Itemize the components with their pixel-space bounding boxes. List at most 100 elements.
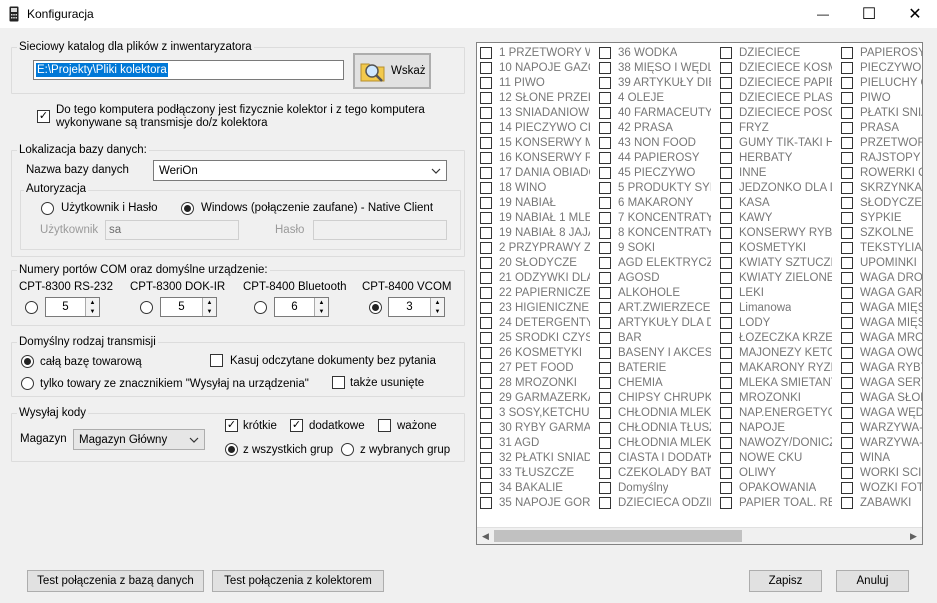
group-list-item[interactable]: DZIECIECE PAPIERN — [720, 75, 832, 90]
group-checkbox[interactable] — [480, 121, 492, 134]
group-list-item[interactable]: 5 PRODUKTY SYPK — [599, 180, 711, 195]
group-checkbox[interactable] — [841, 166, 853, 179]
group-list-item[interactable]: CHEMIA — [599, 375, 711, 390]
group-checkbox[interactable] — [480, 451, 492, 464]
group-checkbox[interactable] — [720, 241, 732, 254]
group-list-item[interactable]: NOWE CKU — [720, 450, 832, 465]
group-checkbox[interactable] — [720, 301, 732, 314]
group-list-item[interactable]: BAR — [599, 330, 711, 345]
port-rs232-radio[interactable] — [25, 301, 38, 314]
group-checkbox[interactable] — [599, 61, 611, 74]
group-checkbox[interactable] — [841, 466, 853, 479]
short-codes-checkbox[interactable]: ✓ — [225, 419, 238, 432]
group-list-item[interactable]: 39 ARTYKUŁY DIET — [599, 75, 711, 90]
group-list-item[interactable]: 19 NABIAŁ 8 JAJA — [480, 225, 590, 240]
group-checkbox[interactable] — [480, 316, 492, 329]
group-checkbox[interactable] — [841, 256, 853, 269]
group-list-item[interactable]: GUMY TIK-TAKI HAL — [720, 135, 832, 150]
group-checkbox[interactable] — [720, 406, 732, 419]
group-list-item[interactable]: ART.ZWIERZECE — [599, 300, 711, 315]
spin-down-icon[interactable]: ▼ — [315, 307, 328, 316]
group-list-item[interactable]: PRZETWOR — [841, 135, 922, 150]
group-list-item[interactable]: 24 DETERGENTY — [480, 315, 590, 330]
test-db-button[interactable]: Test połączenia z bazą danych — [27, 570, 204, 592]
group-checkbox[interactable] — [720, 451, 732, 464]
scrollbar-thumb[interactable] — [494, 530, 742, 542]
port-rs232-spinner[interactable]: 5 ▲ ▼ — [45, 297, 100, 317]
group-list-item[interactable]: 1 PRZETWORY WA — [480, 45, 590, 60]
group-list-item[interactable]: 22 PAPIERNICZE — [480, 285, 590, 300]
port-dokir-radio[interactable] — [140, 301, 153, 314]
only-marked-radio[interactable] — [21, 377, 34, 390]
group-checkbox[interactable] — [841, 226, 853, 239]
group-checkbox[interactable] — [720, 256, 732, 269]
group-checkbox[interactable] — [720, 136, 732, 149]
group-list-item[interactable]: CIASTA I DODATKI — [599, 450, 711, 465]
group-list-item[interactable]: 42 PRASA — [599, 120, 711, 135]
group-checkbox[interactable] — [480, 46, 492, 59]
group-list-item[interactable]: KONSERWY RYBY, — [720, 225, 832, 240]
warehouse-select[interactable]: Magazyn Główny — [73, 429, 205, 450]
group-checkbox[interactable] — [599, 166, 611, 179]
group-list-item[interactable]: MAJONEZY KETCHU — [720, 345, 832, 360]
group-list-item[interactable]: PAPIEROSY — [841, 45, 922, 60]
spin-up-icon[interactable]: ▲ — [203, 298, 216, 307]
group-list-item[interactable]: WORKI ŚCIE — [841, 465, 922, 480]
group-list-item[interactable]: CHŁODNIA MLEKA S — [599, 435, 711, 450]
group-list-item[interactable]: ZABAWKI — [841, 495, 922, 510]
group-list-item[interactable]: CZEKOLADY BATON — [599, 465, 711, 480]
group-list-item[interactable]: 25 ŚRODKI CZYSTO — [480, 330, 590, 345]
group-list-item[interactable]: 17 DANIA OBIADOW — [480, 165, 590, 180]
group-checkbox[interactable] — [599, 361, 611, 374]
group-checkbox[interactable] — [480, 436, 492, 449]
group-checkbox[interactable] — [841, 136, 853, 149]
group-list-item[interactable]: NAWOZY/DONICZK — [720, 435, 832, 450]
group-list-item[interactable]: 13 ŚNIADANIOWE — [480, 105, 590, 120]
group-list-item[interactable]: WAGA OWO — [841, 345, 922, 360]
cancel-button[interactable]: Anuluj — [836, 570, 909, 592]
all-groups-radio[interactable] — [225, 443, 238, 456]
group-list-item[interactable]: PIECZYWO — [841, 60, 922, 75]
group-list-item[interactable]: RAJSTOPY — [841, 150, 922, 165]
group-checkbox[interactable] — [599, 121, 611, 134]
group-list-item[interactable]: 30 RYBY GARMAŻE — [480, 420, 590, 435]
group-list-item[interactable]: 28 MROZONKI — [480, 375, 590, 390]
group-list-item[interactable]: 14 PIECZYWO CHRU — [480, 120, 590, 135]
group-list-item[interactable]: 32 PŁATKI ŚNIADAN — [480, 450, 590, 465]
group-checkbox[interactable] — [720, 196, 732, 209]
group-list-item[interactable]: DZIECIECE KOSMET — [720, 60, 832, 75]
group-checkbox[interactable] — [480, 286, 492, 299]
group-checkbox[interactable] — [599, 421, 611, 434]
group-checkbox[interactable] — [480, 481, 492, 494]
delete-docs-checkbox[interactable] — [210, 354, 223, 367]
group-checkbox[interactable] — [599, 226, 611, 239]
group-list-item[interactable]: 23 HIGIENICZNE — [480, 300, 590, 315]
group-checkbox[interactable] — [599, 76, 611, 89]
spin-up-icon[interactable]: ▲ — [315, 298, 328, 307]
group-checkbox[interactable] — [480, 76, 492, 89]
group-checkbox[interactable] — [480, 196, 492, 209]
group-checkbox[interactable] — [480, 421, 492, 434]
test-collector-button[interactable]: Test połączenia z kolektorem — [212, 570, 384, 592]
group-list-item[interactable]: HERBATY — [720, 150, 832, 165]
group-list-item[interactable]: OLIWY — [720, 465, 832, 480]
group-list-item[interactable]: 21 ODŻYWKI DLA DZ — [480, 270, 590, 285]
port-vcom-spinner[interactable]: 3 ▲ ▼ — [388, 297, 445, 317]
auth-windows-radio[interactable] — [181, 202, 194, 215]
group-list-item[interactable]: FRYZ — [720, 120, 832, 135]
group-checkbox[interactable] — [720, 181, 732, 194]
group-list-item[interactable]: 4 OLEJE — [599, 90, 711, 105]
group-list-item[interactable]: CHIPSY CHRUPKI P — [599, 390, 711, 405]
group-list-item[interactable]: MAKARONY RYŻE K — [720, 360, 832, 375]
group-list-item[interactable]: PIWO — [841, 90, 922, 105]
group-checkbox[interactable] — [480, 91, 492, 104]
group-checkbox[interactable] — [720, 436, 732, 449]
additional-codes-checkbox[interactable]: ✓ — [290, 419, 303, 432]
group-list-item[interactable]: WÓZKI FOTE — [841, 480, 922, 495]
group-list-item[interactable]: BATERIE — [599, 360, 711, 375]
group-list-item[interactable]: MLEKA ŚMIETANY J — [720, 375, 832, 390]
group-checkbox[interactable] — [720, 121, 732, 134]
group-list-item[interactable]: 7 KONCENTRATY S — [599, 210, 711, 225]
group-list-item[interactable]: WARZYWA- — [841, 435, 922, 450]
group-checkbox[interactable] — [480, 376, 492, 389]
